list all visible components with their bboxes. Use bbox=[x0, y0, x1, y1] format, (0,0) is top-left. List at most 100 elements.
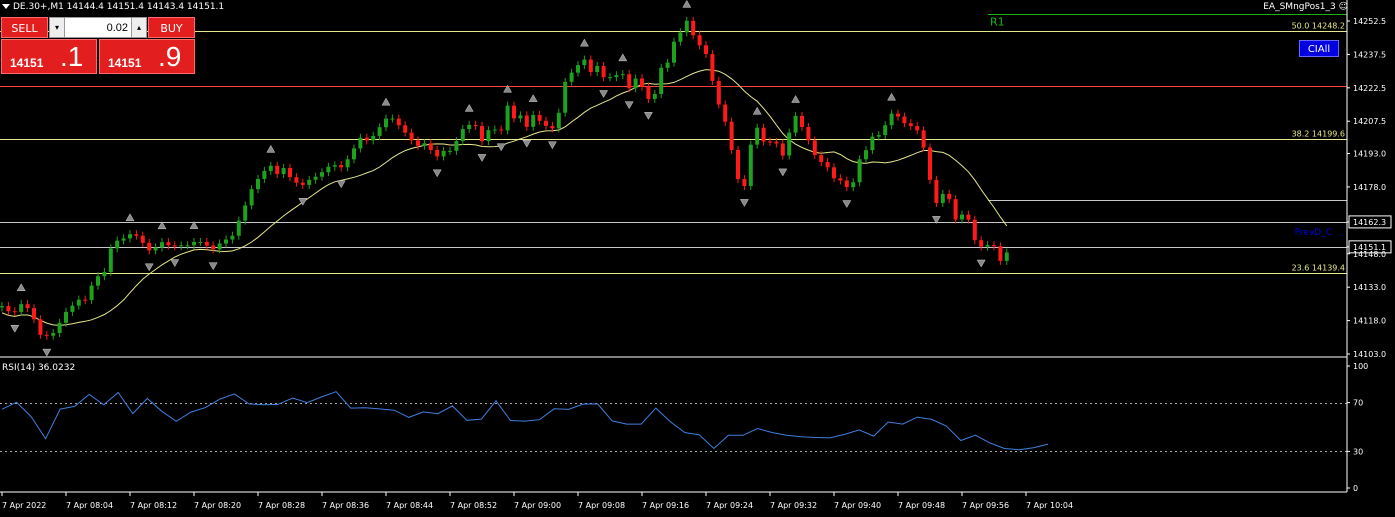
candle-body bbox=[512, 105, 516, 119]
time-axis-label: 7 Apr 2022 bbox=[2, 501, 46, 510]
candle-body bbox=[544, 120, 548, 126]
candle-body bbox=[339, 165, 344, 168]
sell-button[interactable]: SELL bbox=[1, 17, 48, 38]
fractal-down-arrow-icon bbox=[976, 259, 986, 268]
candle-body bbox=[134, 234, 139, 236]
fractal-up-arrow-icon bbox=[887, 92, 897, 101]
lot-decrease-icon[interactable]: ▾ bbox=[50, 18, 65, 37]
time-axis-label: 7 Apr 08:28 bbox=[258, 501, 305, 510]
candle-body bbox=[70, 305, 75, 312]
fractal-down-arrow-icon bbox=[170, 259, 180, 268]
moving-average-line bbox=[1, 69, 1008, 326]
candle-body bbox=[819, 155, 824, 162]
candle-body bbox=[172, 245, 177, 247]
candle-body bbox=[601, 65, 606, 78]
buy-price-button[interactable]: 14151 .9 bbox=[99, 39, 195, 74]
fractal-up-arrow-icon bbox=[791, 95, 801, 103]
candle-body bbox=[64, 311, 68, 323]
candle-body bbox=[652, 94, 657, 99]
candle-body bbox=[76, 299, 81, 306]
candle-body bbox=[627, 74, 632, 89]
candle-body bbox=[192, 241, 196, 246]
candle-body bbox=[812, 140, 817, 156]
fractal-down-arrow-icon bbox=[778, 168, 788, 177]
candle-body bbox=[716, 80, 721, 105]
candle-body bbox=[998, 246, 1003, 261]
candle-body bbox=[384, 118, 388, 128]
candle-body bbox=[12, 311, 17, 313]
candle-body bbox=[140, 235, 145, 243]
candle-body bbox=[787, 132, 792, 156]
candle-body bbox=[934, 179, 939, 203]
candle-body bbox=[729, 121, 734, 150]
symbol-info: DE.30+,M1 14144.4 14151.4 14143.4 14151.… bbox=[2, 2, 224, 12]
buy-price-whole: 14151 bbox=[108, 56, 142, 70]
buy-button[interactable]: BUY bbox=[148, 17, 195, 38]
time-axis-label: 7 Apr 08:12 bbox=[130, 501, 177, 510]
collapse-triangle-icon[interactable] bbox=[2, 4, 10, 9]
candle-body bbox=[761, 127, 766, 142]
rsi-layer: RSI(14) 36.0232 bbox=[0, 363, 1347, 452]
moving-average-layer bbox=[1, 69, 1008, 326]
candle-body bbox=[985, 245, 990, 247]
candle-body bbox=[19, 304, 24, 312]
candle-body bbox=[358, 137, 363, 149]
candle-body bbox=[774, 141, 779, 144]
candle-body bbox=[595, 65, 600, 73]
price-axis-label: 14237.5 bbox=[1353, 50, 1386, 59]
candle-body bbox=[614, 75, 619, 78]
candle-body bbox=[115, 240, 120, 249]
candle-body bbox=[563, 81, 568, 113]
sell-price-button[interactable]: 14151 .1 bbox=[1, 39, 97, 74]
fractal-up-arrow-icon bbox=[618, 53, 628, 62]
candle-body bbox=[576, 65, 580, 73]
fractal-down-arrow-icon bbox=[599, 90, 609, 98]
axes-layer: 14252.5 14237.5 14222.5 14207.5 14193.0 14178… bbox=[0, 0, 1392, 510]
candle-body bbox=[473, 124, 478, 126]
rsi-line bbox=[1, 391, 1049, 451]
lot-increase-icon[interactable]: ▴ bbox=[131, 18, 146, 37]
prevd-label: PrevD_C bbox=[1295, 228, 1332, 238]
candle-body bbox=[198, 241, 203, 243]
candle-body bbox=[857, 159, 862, 183]
fractal-down-arrow-icon bbox=[42, 348, 52, 357]
candle-body bbox=[505, 105, 510, 131]
sell-price-fraction: .1 bbox=[60, 41, 84, 72]
time-axis-label: 7 Apr 08:44 bbox=[386, 501, 433, 510]
candle-body bbox=[793, 115, 798, 133]
candle-body bbox=[96, 276, 100, 286]
fractal-up-arrow-icon bbox=[528, 94, 538, 102]
rsi-axis-label: 0 bbox=[1353, 484, 1358, 493]
fractal-down-arrow-icon bbox=[432, 169, 442, 178]
candle-body bbox=[556, 112, 561, 129]
candle-body bbox=[460, 129, 465, 142]
fractal-up-arrow-icon bbox=[16, 283, 26, 291]
time-axis-label: 7 Apr 09:40 bbox=[834, 501, 881, 510]
candle-body bbox=[236, 220, 241, 236]
candle-body bbox=[422, 143, 427, 146]
candle-body bbox=[416, 140, 420, 146]
candle-body bbox=[364, 137, 369, 141]
candle-body bbox=[230, 235, 235, 240]
candle-body bbox=[300, 182, 305, 185]
fractal-down-arrow-icon bbox=[208, 262, 218, 271]
candle-body bbox=[128, 234, 132, 239]
candle-body bbox=[851, 182, 856, 188]
candle-body bbox=[217, 243, 222, 250]
candle-body bbox=[0, 306, 4, 308]
price-axis-label: 14178.0 bbox=[1353, 183, 1386, 192]
ciall-button[interactable]: CIAll bbox=[1299, 40, 1339, 57]
time-axis-label: 7 Apr 09:48 bbox=[898, 501, 945, 510]
candle-body bbox=[371, 135, 376, 141]
candle-body bbox=[569, 72, 574, 82]
price-axis-label: 14222.5 bbox=[1353, 84, 1386, 93]
candle-body bbox=[409, 132, 414, 141]
price-axis-label: 14207.5 bbox=[1353, 117, 1386, 126]
candle-body bbox=[844, 180, 849, 188]
candle-body bbox=[972, 219, 977, 241]
candle-body bbox=[748, 144, 753, 187]
price-axis-label: 14133.0 bbox=[1353, 283, 1386, 292]
fractal-down-arrow-icon bbox=[496, 143, 506, 152]
candle-body bbox=[320, 172, 324, 177]
lot-size-input[interactable] bbox=[65, 19, 131, 36]
